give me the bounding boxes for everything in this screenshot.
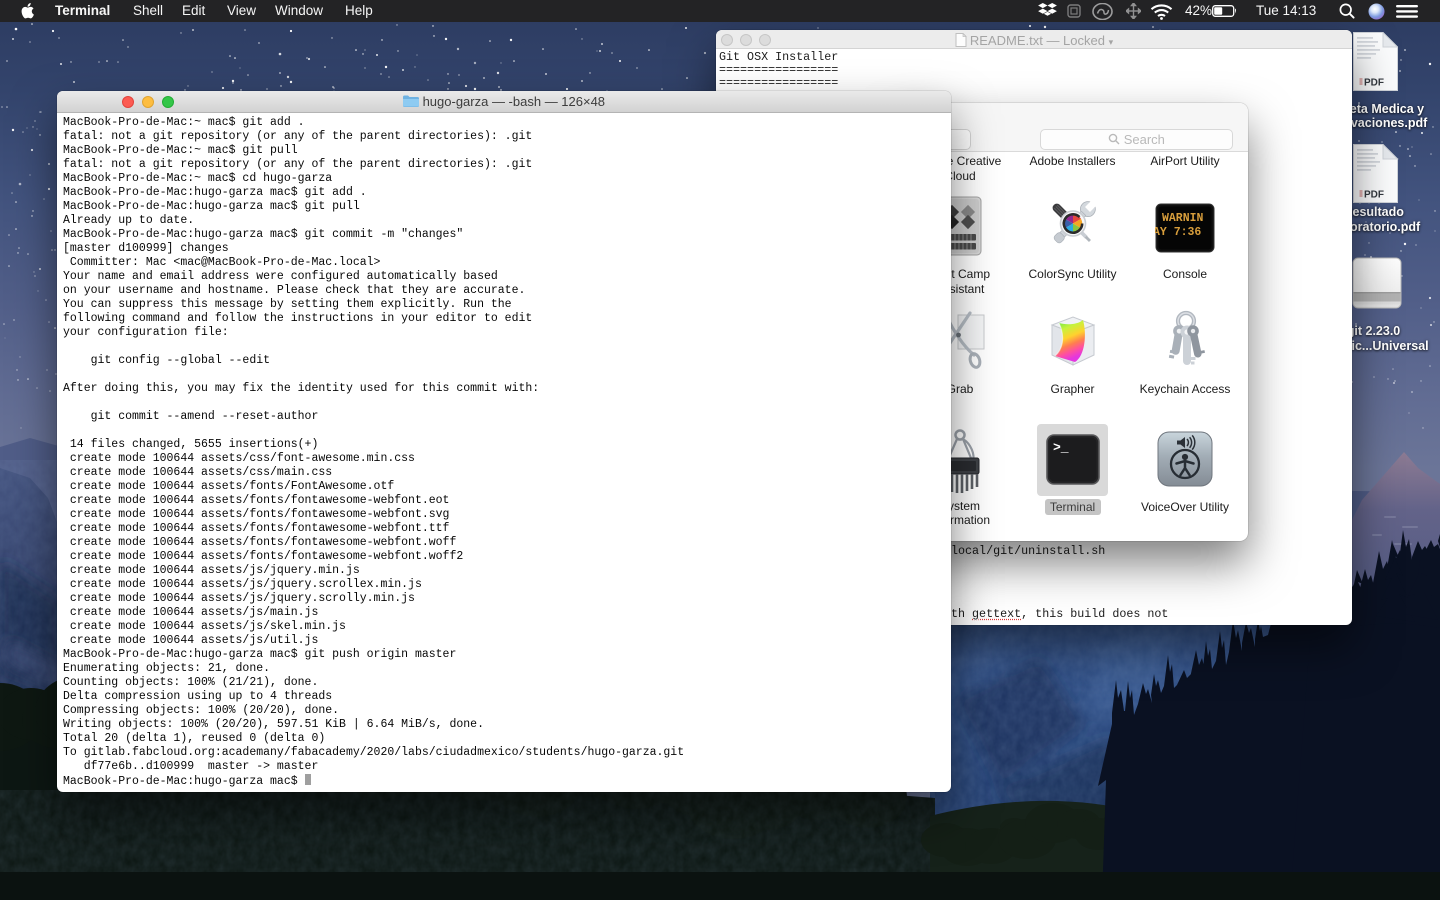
svg-text:PDF: PDF: [1364, 78, 1384, 89]
svg-text:AY 7:36: AY 7:36: [1155, 226, 1201, 239]
svg-text:PDF: PDF: [1364, 190, 1384, 201]
svg-text:WARNIN: WARNIN: [1162, 212, 1204, 225]
svg-text:>_: >_: [1053, 440, 1069, 455]
